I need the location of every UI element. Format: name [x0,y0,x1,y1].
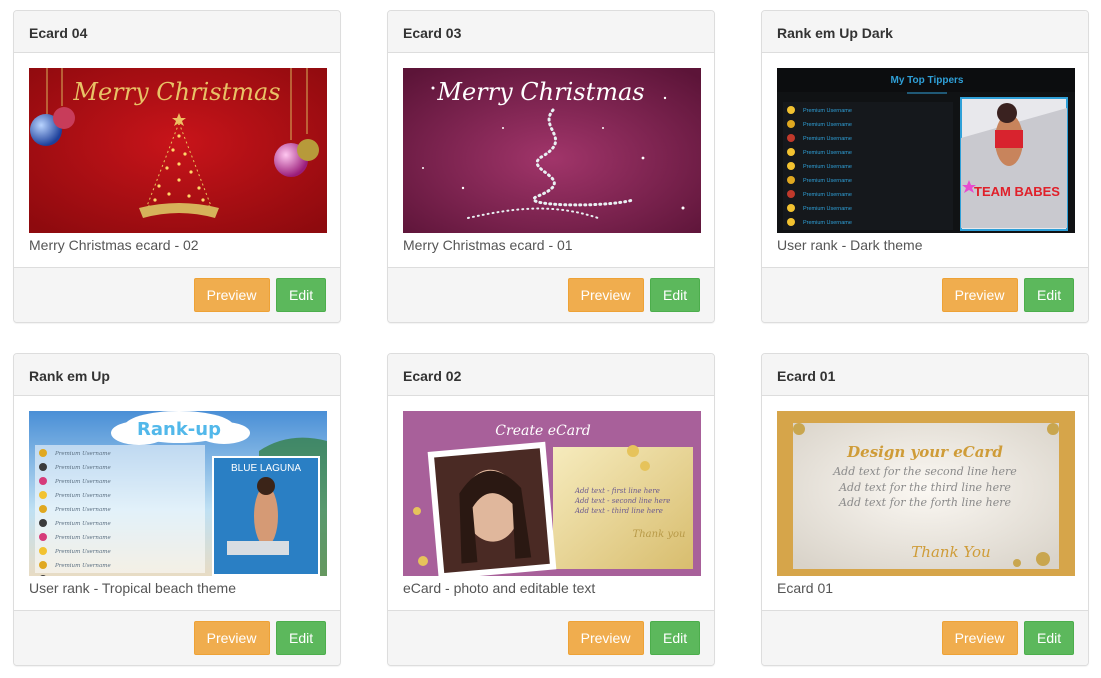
edit-button[interactable]: Edit [276,278,326,312]
svg-text:Add text - first line here: Add text - first line here [574,487,660,495]
rank-row-label: Premium Username [54,479,111,485]
rank-row-label: Premium Username [803,178,852,184]
preview-button[interactable]: Preview [941,278,1018,312]
rank-row-label: Premium Username [54,563,111,569]
card-caption: eCard - photo and editable text [403,580,596,596]
ecard-thumbnail[interactable]: Merry Christmas [403,68,701,233]
rank-row-label: Premium Username [803,150,852,156]
rank-row-label: Premium Username [54,521,111,527]
ecard-thumbnail[interactable]: Merry Christmas [29,68,327,233]
ecard-card: Ecard 01 Design your eCard Add text for … [761,353,1089,666]
rank-row-label: Premium Username [803,122,852,128]
edit-button[interactable]: Edit [650,621,700,655]
ecard-image-title: Rank-up [137,419,221,440]
rank-icon [787,190,795,198]
rank-icon [787,176,795,184]
card-title: Ecard 04 [14,11,340,53]
ecard-card: Ecard 03 Merry Christmas Merry Christmas… [387,10,715,323]
ecard-image-title: My Top Tippers [891,75,964,86]
ecard-thumbnail[interactable]: Create eCard Add text - first line here … [403,411,701,576]
rank-icon [787,106,795,114]
edit-button[interactable]: Edit [1024,621,1074,655]
rank-row-label: Premium Username [803,220,852,226]
rank-row-label: Premium Username [803,108,852,114]
rank-icon [39,505,47,513]
rank-icon [39,561,47,569]
rank-icon [39,463,47,471]
card-title: Rank em Up Dark [762,11,1088,53]
edit-button[interactable]: Edit [1024,278,1074,312]
card-caption: Merry Christmas ecard - 02 [29,237,199,253]
preview-button[interactable]: Preview [941,621,1018,655]
card-title: Ecard 03 [388,11,714,53]
ecard-image-title: Merry Christmas [72,78,280,106]
ecard-card: Rank em Up Rank-up Premium Username Premi… [13,353,341,666]
rank-icon [39,533,47,541]
rank-row-label: Premium Username [54,549,111,555]
svg-text:Add text - third line here: Add text - third line here [574,507,663,515]
rank-row-label: Premium Username [803,206,852,212]
rank-icon [39,547,47,555]
ecard-image-subtitle: BLUE LAGUNA [231,463,301,474]
rank-row-label: Premium Username [54,465,111,471]
ecard-image-subtitle: Thank You [911,543,990,561]
ecard-image-subtitle: Thank you [633,529,686,540]
ecard-image-title: Create eCard [495,423,590,439]
rank-icon [787,134,795,142]
card-title: Rank em Up [14,354,340,396]
rank-icon [39,477,47,485]
rank-row-label: Premium Username [54,507,111,513]
svg-text:Add text for the second line h: Add text for the second line here [832,465,1017,478]
preview-button[interactable]: Preview [193,621,270,655]
card-caption: User rank - Tropical beach theme [29,580,236,596]
rank-icon [39,491,47,499]
ecard-gallery: Ecard 04 Merry Christmas Merry Christmas… [0,0,1101,678]
rank-icon [787,120,795,128]
svg-text:Add text for the forth line he: Add text for the forth line here [838,496,1011,509]
rank-icon [39,449,47,457]
svg-text:Add text for the third line he: Add text for the third line here [838,481,1011,494]
rank-icon [787,204,795,212]
preview-button[interactable]: Preview [567,278,644,312]
ecard-card: Rank em Up Dark My Top Tippers Premium U… [761,10,1089,323]
ecard-card: Ecard 02 Create eCard Add text - first l… [387,353,715,666]
card-title: Ecard 02 [388,354,714,396]
edit-button[interactable]: Edit [276,621,326,655]
rank-icon [39,519,47,527]
ecard-image-title: Design your eCard [846,443,1003,461]
preview-button[interactable]: Preview [193,278,270,312]
ecard-image-title: Merry Christmas [436,78,644,106]
rank-icon [787,162,795,170]
rank-row-label: Premium Username [803,136,852,142]
card-caption: Ecard 01 [777,580,834,596]
rank-row-label: Premium Username [803,192,852,198]
ecard-image-subtitle: TEAM BABES [974,184,1060,199]
svg-text:Add text - second line here: Add text - second line here [574,497,670,505]
ecard-text-lines: Add text - first line here Add text - se… [574,487,670,515]
card-caption: Merry Christmas ecard - 01 [403,237,573,253]
preview-button[interactable]: Preview [567,621,644,655]
card-caption: User rank - Dark theme [777,237,923,253]
rank-row-label: Premium Username [54,493,111,499]
rank-icon [787,148,795,156]
rank-row-label: Premium Username [54,451,111,457]
edit-button[interactable]: Edit [650,278,700,312]
rank-row-label: Premium Username [54,535,111,541]
rank-icon [787,218,795,226]
ecard-thumbnail[interactable]: My Top Tippers Premium Username Premium U… [777,68,1075,233]
card-title: Ecard 01 [762,354,1088,396]
ecard-thumbnail[interactable]: Rank-up Premium Username Premium Username… [29,411,327,576]
ecard-text-lines: Add text for the second line here Add te… [832,465,1017,509]
ecard-card: Ecard 04 Merry Christmas Merry Christmas… [13,10,341,323]
ecard-thumbnail[interactable]: Design your eCard Add text for the secon… [777,411,1075,576]
rank-row-label: Premium Username [803,164,852,170]
